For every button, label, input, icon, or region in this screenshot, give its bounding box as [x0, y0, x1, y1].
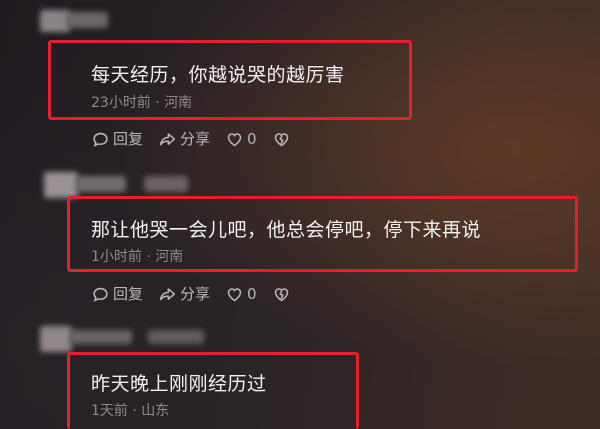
- heart-icon: [227, 132, 242, 146]
- dislike-button[interactable]: [273, 131, 290, 148]
- comment-meta: 1小时前 · 河南: [91, 249, 184, 265]
- reply-label: 回复: [113, 284, 144, 303]
- share-arrow-icon: [159, 132, 176, 145]
- like-count: 0: [247, 129, 257, 148]
- share-arrow-icon: [159, 287, 176, 300]
- comment-actions: 回复 分享 0: [92, 284, 306, 304]
- blurred-username: [40, 8, 110, 34]
- dislike-button[interactable]: [273, 286, 290, 303]
- comment-meta: 23小时前 · 河南: [91, 95, 193, 111]
- reply-button[interactable]: 回复: [92, 284, 144, 303]
- reply-button[interactable]: 回复: [92, 129, 144, 148]
- reply-label: 回复: [113, 129, 144, 148]
- like-button[interactable]: 0: [226, 284, 257, 303]
- share-label: 分享: [180, 284, 211, 303]
- blurred-username: [44, 172, 194, 198]
- broken-heart-icon: [274, 287, 288, 301]
- share-button[interactable]: 分享: [159, 284, 211, 303]
- broken-heart-icon: [274, 132, 288, 146]
- like-button[interactable]: 0: [226, 129, 257, 148]
- comment-bubble-icon: [93, 132, 108, 147]
- comment-text: 每天经历，你越说哭的越厉害: [91, 64, 345, 86]
- comment-actions: 回复 分享 0: [92, 129, 306, 149]
- comment-text: 那让他哭一会儿吧，他总会停吧，停下来再说: [91, 219, 482, 241]
- comment-text: 昨天晚上刚刚经历过: [91, 373, 267, 395]
- share-label: 分享: [180, 129, 211, 148]
- blurred-username: [40, 324, 210, 352]
- comment-meta: 1天前 · 山东: [91, 403, 170, 419]
- share-button[interactable]: 分享: [159, 129, 211, 148]
- like-count: 0: [247, 284, 257, 303]
- heart-icon: [227, 287, 242, 301]
- comment-bubble-icon: [93, 287, 108, 302]
